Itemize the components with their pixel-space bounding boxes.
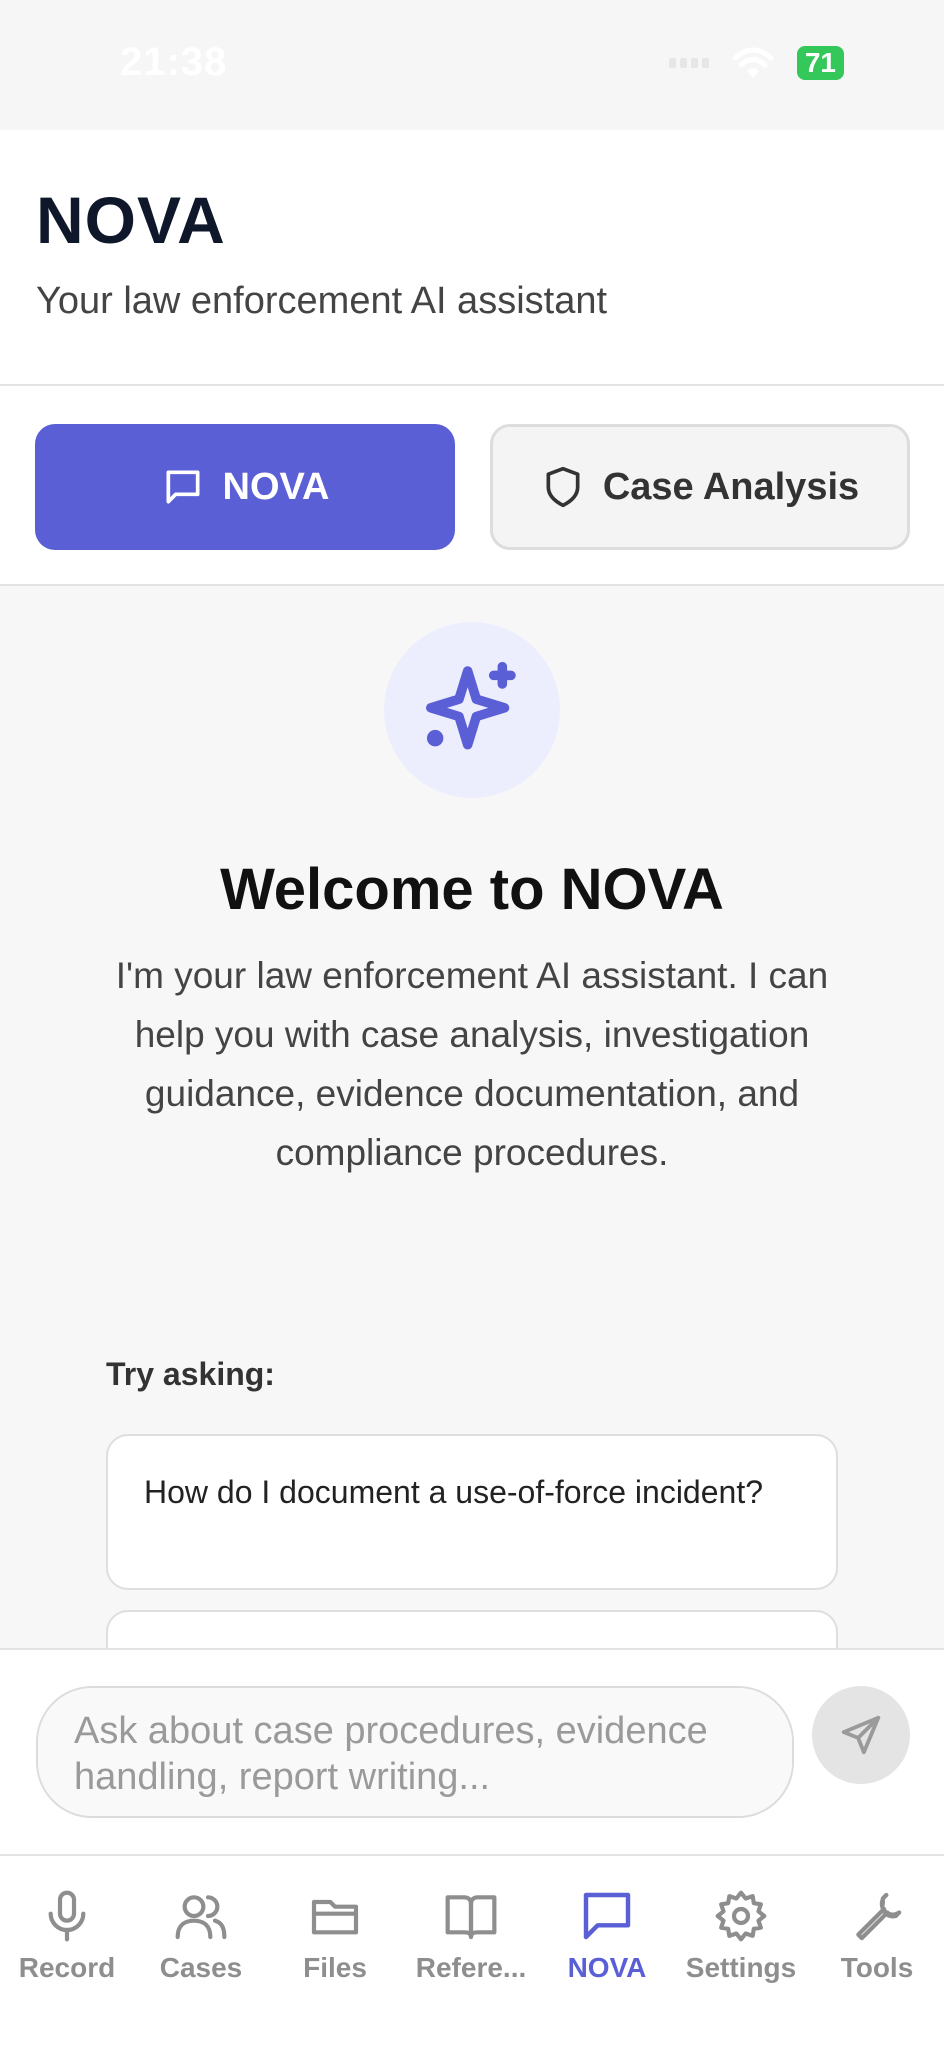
- nav-item-record[interactable]: Record: [0, 1888, 134, 1984]
- book-icon: [445, 1895, 497, 1940]
- shield-icon: [546, 466, 580, 508]
- nav-label: Record: [18, 1952, 116, 1983]
- welcome-title: Welcome to NOVA: [220, 857, 724, 922]
- wrench-icon: [856, 1892, 902, 1941]
- nav-item-reference[interactable]: Refere...: [404, 1888, 538, 1984]
- nav-item-cases[interactable]: Cases: [134, 1888, 268, 1984]
- chat-bubble-icon: [166, 470, 200, 504]
- signal-icon: [668, 58, 709, 68]
- nav-item-settings[interactable]: Settings: [674, 1888, 808, 1984]
- mode-tabs: NOVA Case Analysis: [0, 386, 944, 586]
- page-title: NOVA: [36, 183, 226, 257]
- page-subtitle: Your law enforcement AI assistant: [36, 280, 608, 322]
- status-bar: 21:38 71: [0, 0, 944, 130]
- nav-label: Refere...: [415, 1952, 527, 1983]
- sparkle-icon: [426, 661, 516, 750]
- chat-area[interactable]: Welcome to NOVA I'm your law enforcement…: [0, 586, 944, 1648]
- tab-case-analysis[interactable]: Case Analysis: [490, 424, 910, 550]
- wifi-icon: [732, 47, 774, 78]
- microphone-icon: [48, 1890, 86, 1942]
- bottom-nav: Record Cases Files Refere... NOVA Settin…: [0, 1856, 944, 2048]
- chat-bubble-icon: [583, 1892, 631, 1940]
- chat-input[interactable]: [36, 1686, 794, 1818]
- tab-case-analysis-label: Case Analysis: [602, 465, 860, 508]
- page-header: NOVA Your law enforcement AI assistant: [0, 130, 944, 386]
- chat-composer: [0, 1648, 944, 1856]
- nav-item-tools[interactable]: Tools: [810, 1888, 944, 1984]
- send-icon: [841, 1715, 881, 1755]
- nav-label: Cases: [159, 1952, 243, 1983]
- tab-nova-label: NOVA: [222, 465, 330, 508]
- nav-item-nova[interactable]: NOVA: [540, 1888, 674, 1984]
- battery-indicator: 71: [796, 46, 844, 80]
- welcome-text: I'm your law enforcement AI assistant. I…: [115, 955, 829, 1173]
- nav-label: NOVA: [567, 1952, 647, 1983]
- status-indicators: 71: [668, 46, 844, 80]
- suggestion-card[interactable]: How do I document a use-of-force inciden…: [106, 1434, 838, 1590]
- suggestion-card[interactable]: [106, 1610, 838, 1648]
- status-time: 21:38: [120, 40, 228, 84]
- nav-label: Tools: [840, 1952, 914, 1983]
- nav-label: Settings: [685, 1952, 797, 1983]
- sparkle-avatar: [384, 622, 560, 798]
- gear-icon: [715, 1890, 767, 1942]
- suggestions-label: Try asking:: [106, 1356, 275, 1392]
- users-icon: [175, 1895, 227, 1940]
- send-button[interactable]: [812, 1686, 910, 1784]
- tab-nova[interactable]: NOVA: [35, 424, 455, 550]
- folder-icon: [311, 1899, 359, 1935]
- nav-label: Files: [303, 1952, 367, 1983]
- nav-item-files[interactable]: Files: [268, 1888, 402, 1984]
